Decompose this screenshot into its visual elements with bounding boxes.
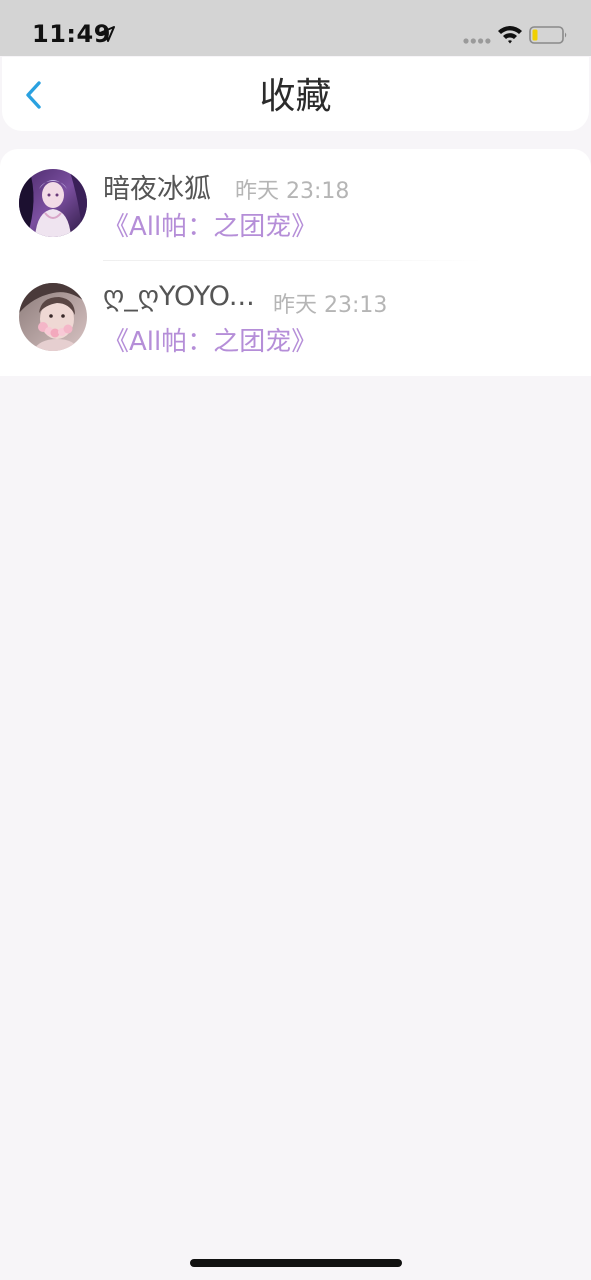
avatar[interactable] <box>19 169 87 237</box>
avatar-image <box>19 169 87 237</box>
item-time: 昨天 23:13 <box>273 293 388 318</box>
favorites-screen: 11:49 收藏 暗夜冰狐 昨天 23:18 《All帕：之团宠》 ღ_ღYOY… <box>0 0 591 1280</box>
nav-bar: 收藏 <box>2 57 589 131</box>
battery-icon <box>529 26 567 44</box>
avatar[interactable] <box>19 283 87 351</box>
favorites-list: 暗夜冰狐 昨天 23:18 《All帕：之团宠》 ღ_ღYOYO... 昨天 2… <box>0 149 591 376</box>
avatar-image <box>19 283 87 351</box>
divider <box>103 260 483 261</box>
item-name: 暗夜冰狐 <box>103 174 211 205</box>
status-bar: 11:49 <box>0 0 591 56</box>
list-item[interactable]: 暗夜冰狐 昨天 23:18 《All帕：之团宠》 <box>0 149 591 261</box>
list-item[interactable]: ღ_ღYOYO... 昨天 23:13 《All帕：之团宠》 <box>0 263 591 375</box>
location-arrow-icon <box>99 26 115 42</box>
item-title[interactable]: 《All帕：之团宠》 <box>103 321 317 358</box>
wifi-icon <box>498 26 522 44</box>
item-time: 昨天 23:18 <box>235 179 350 204</box>
item-title[interactable]: 《All帕：之团宠》 <box>103 206 317 243</box>
signal-dots-icon <box>463 38 491 44</box>
item-name: ღ_ღYOYO... <box>103 281 255 312</box>
home-indicator[interactable] <box>190 1259 402 1267</box>
page-title: 收藏 <box>259 76 332 117</box>
